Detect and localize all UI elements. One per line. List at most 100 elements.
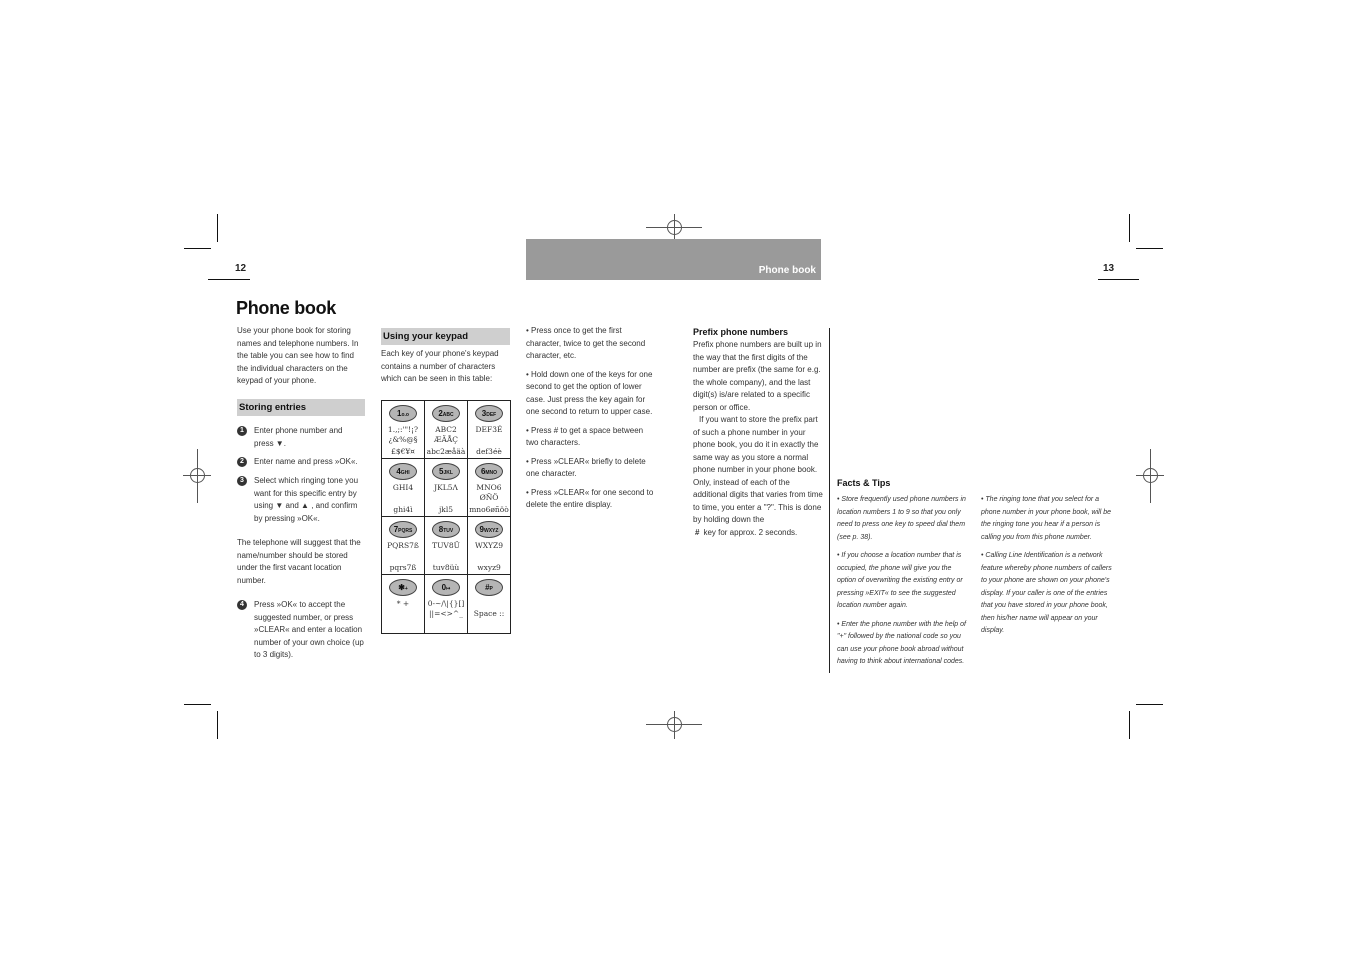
key-letters: MNO	[485, 470, 498, 476]
keypad-cell: 3DEF DEF3É def3éè	[468, 401, 510, 459]
key-letters: ↦	[446, 586, 451, 592]
crop-mark	[184, 704, 211, 705]
key-characters: GHI4	[392, 483, 414, 492]
key-characters: MNO6	[476, 483, 502, 492]
column-divider	[829, 328, 830, 673]
step-text: Enter name and press »OK«.	[254, 457, 358, 466]
fact-item: • Store frequently used phone numbers in…	[837, 496, 966, 541]
keypad-cell: 8TUV TUV8Ü tuv8üù	[425, 517, 468, 575]
prefix-paragraph-1: Prefix phone numbers are built up in the…	[693, 340, 822, 412]
step-number-icon: 2	[237, 457, 247, 467]
registration-mark	[1136, 449, 1164, 503]
key-characters: Space ::	[473, 609, 505, 618]
key-characters: wxyz9	[477, 563, 501, 572]
prefix-paragraph-2-text: If you want to store the prefix part of …	[693, 415, 823, 524]
crop-mark	[1129, 214, 1130, 242]
registration-mark	[183, 449, 211, 503]
crop-mark	[1136, 704, 1163, 705]
running-header-title: Phone book	[758, 265, 816, 276]
crop-mark	[217, 711, 218, 739]
registration-mark	[646, 214, 702, 242]
intro-text: Use your phone book for storing names an…	[237, 326, 359, 385]
keypad-cell: 7PQRS PQRS7ß pqrs7ß	[382, 517, 425, 575]
key-characters: tuv8üù	[432, 563, 460, 572]
key-letters: TUV	[443, 528, 454, 534]
crop-mark	[217, 214, 218, 242]
prefix-paragraph-2-end: key for approx. 2 seconds.	[703, 527, 798, 537]
facts-heading: Facts & Tips	[837, 478, 891, 488]
keypad-tip: • Press once to get the first character,…	[526, 326, 646, 360]
keypad-tips: • Press once to get the first character,…	[526, 325, 656, 518]
key-letters: GHI	[400, 470, 410, 476]
key-characters: * +	[396, 599, 410, 608]
fact-item: • The ringing tone that you select for a…	[981, 496, 1111, 541]
keypad-key-icon: 2ABC	[432, 405, 460, 422]
crop-mark	[184, 248, 211, 249]
keypad-key-icon: 5JKL	[432, 463, 460, 480]
crop-mark	[1136, 248, 1163, 249]
prefix-paragraph-2: If you want to store the prefix part of …	[693, 414, 823, 539]
key-characters: ¿&%@§	[388, 435, 418, 444]
registration-mark	[646, 711, 702, 739]
fact-item: • Enter the phone number with the help o…	[837, 620, 966, 666]
crop-mark	[1129, 711, 1130, 739]
keypad-cell: 6MNO MNO6 ØÑÖ mno6øñöò	[468, 459, 510, 517]
key-letters: DEF	[486, 412, 497, 418]
running-header: Phone book	[526, 239, 821, 280]
key-characters: def3éè	[476, 447, 502, 456]
keypad-cell: ✱+ * +	[382, 575, 425, 633]
key-letters: PQRS	[398, 528, 413, 534]
key-characters: ghi4ì	[393, 505, 413, 514]
page-number-right: 13	[1103, 263, 1115, 274]
keypad-cell: 4GHI GHI4 ghi4ì	[382, 459, 425, 517]
keypad-key-icon: 1o.o	[389, 405, 417, 422]
keypad-key-icon: 6MNO	[475, 463, 503, 480]
step-text: Select which ringing tone you want for t…	[254, 476, 359, 523]
fact-item: • Calling Line Identification is a netwo…	[981, 552, 1112, 634]
keypad-tip: • Press »CLEAR« for one second to delete…	[526, 487, 654, 510]
keypad-key-icon: 0↦	[432, 579, 460, 596]
key-characters: ||=<>^_	[429, 609, 463, 618]
keypad-key-icon: 7PQRS	[389, 521, 417, 538]
key-characters: ØÑÖ	[479, 493, 499, 502]
step-text: Press »OK« to accept the suggested numbe…	[254, 600, 364, 659]
page-number-rule	[1098, 279, 1139, 280]
page-title: Phone book	[236, 298, 336, 318]
facts-column-2: • The ringing tone that you select for a…	[981, 494, 1113, 644]
fact-item: • If you choose a location number that i…	[837, 552, 963, 609]
key-characters: pqrs7ß	[389, 563, 417, 572]
keypad-key-icon: 4GHI	[389, 463, 417, 480]
section-heading-keypad: Using your keypad	[381, 328, 510, 345]
key-letters: WXYZ	[484, 528, 499, 534]
key-characters: abc2æåäà	[426, 447, 466, 456]
page-number-rule	[208, 279, 250, 280]
keypad-key-icon: 9WXYZ	[475, 521, 503, 538]
step-text: Enter phone number and press ▼.	[254, 426, 343, 448]
section-heading-text: Using your keypad	[383, 331, 468, 342]
storing-note: The telephone will suggest that the name…	[237, 538, 361, 585]
key-characters: £$€¥¤	[391, 447, 415, 456]
step-number-icon: 4	[237, 600, 247, 610]
step-number-icon: 1	[237, 426, 247, 436]
keypad-intro: Each key of your phone's keypad contains…	[381, 349, 499, 383]
key-characters: jkl5	[438, 505, 454, 514]
keypad-tip: • Press # to get a space between two cha…	[526, 425, 644, 448]
keypad-key-icon: 3DEF	[475, 405, 503, 422]
key-letters: o.o	[401, 412, 409, 418]
key-letters: +	[404, 586, 408, 592]
keypad-key-icon: 8TUV	[432, 521, 460, 538]
hash-key-icon: #	[695, 527, 700, 537]
keypad-table: 1o.o 1.,;:'"!¡? ¿&%@§ £$€¥¤ 2ABC ABC2 ÆÄÅÇ abc2…	[381, 400, 511, 634]
key-letters: JKL	[443, 470, 453, 476]
keypad-cell: 0↦ 0-~/\|{}[] ||=<>^_	[425, 575, 468, 633]
key-digit: ✱	[398, 583, 405, 592]
key-characters: WXYZ9	[475, 541, 503, 550]
key-characters: mno6øñöò	[469, 505, 509, 514]
keypad-tip: • Press »CLEAR« briefly to delete one ch…	[526, 456, 646, 479]
key-characters: TUV8Ü	[432, 541, 460, 550]
key-characters: 1.,;:'"!¡?	[387, 425, 419, 434]
key-characters: ABC2	[435, 425, 457, 434]
section-heading-text: Storing entries	[239, 402, 307, 413]
keypad-key-icon: #P	[475, 579, 503, 596]
keypad-key-icon: ✱+	[389, 579, 417, 596]
